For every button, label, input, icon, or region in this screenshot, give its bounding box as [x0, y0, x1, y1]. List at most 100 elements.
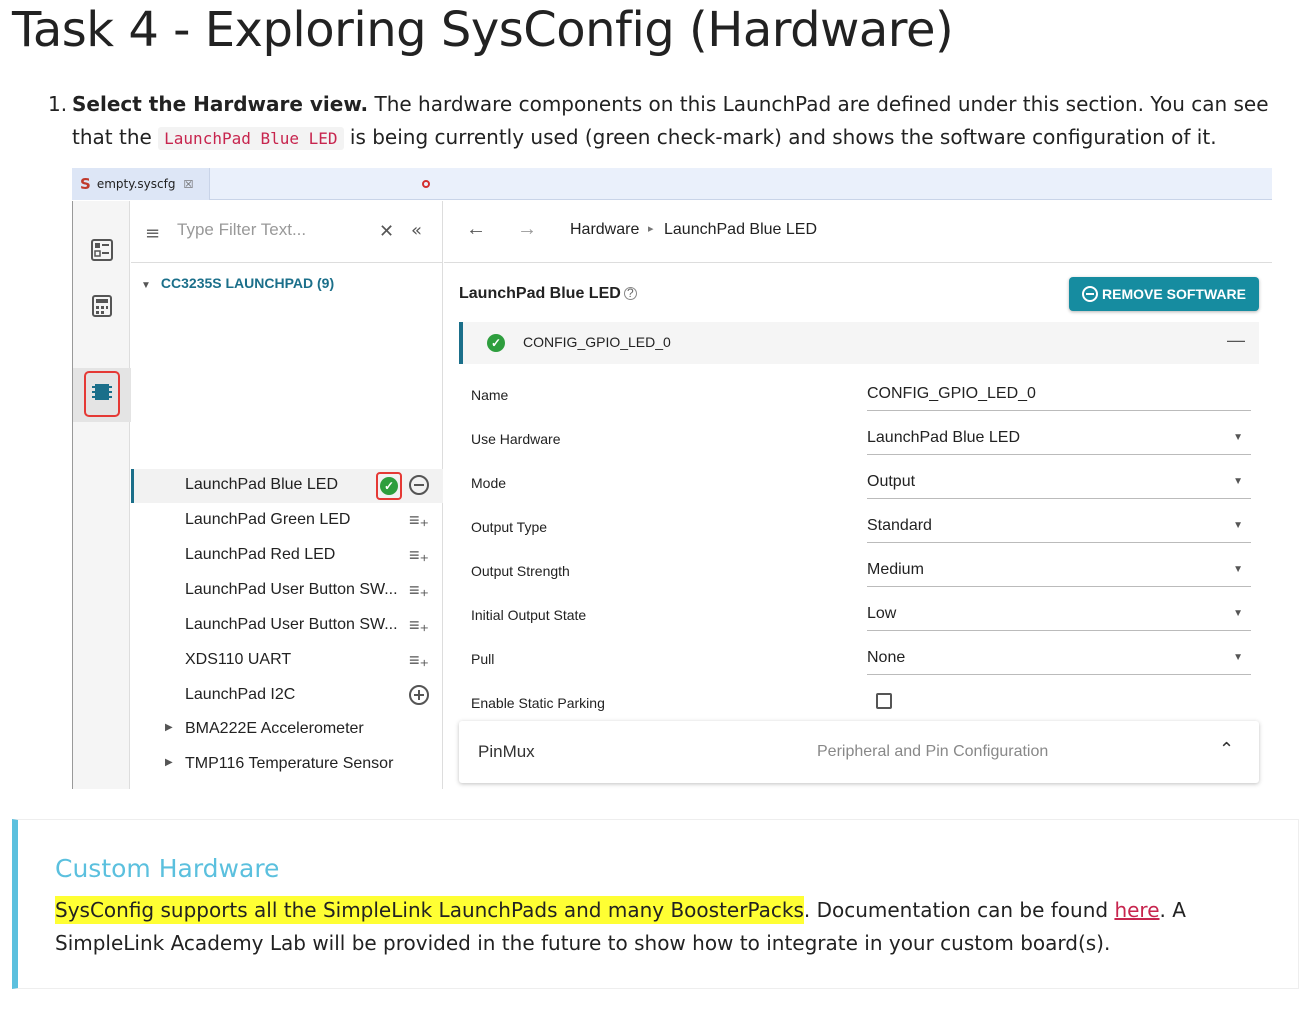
tree-root-label: CC3235S LAUNCHPAD (9) — [160, 275, 335, 291]
tree-item-label: LaunchPad Green LED — [185, 511, 351, 528]
config-value: Low — [867, 605, 897, 622]
add-to-list-icon[interactable]: ≡₊ — [409, 650, 429, 671]
collapse-icon[interactable]: — — [1227, 330, 1245, 351]
dropdown-arrow-icon: ▼ — [1233, 432, 1243, 443]
static-parking-checkbox[interactable] — [876, 693, 892, 709]
output-strength-select[interactable]: Medium ▼ — [867, 549, 1251, 587]
breadcrumb-separator-icon: ▸ — [648, 223, 654, 235]
green-check-icon: ✓ — [487, 334, 505, 352]
chevron-up-icon[interactable]: ⌃ — [1219, 739, 1234, 760]
tab-empty-syscfg[interactable]: S empty.syscfg ☒ — [72, 168, 210, 200]
dropdown-arrow-icon: ▼ — [1233, 564, 1243, 575]
instance-name: CONFIG_GPIO_LED_0 — [523, 334, 671, 350]
step-number: 1. — [48, 92, 68, 116]
page-title: Task 4 - Exploring SysConfig (Hardware) — [12, 2, 954, 58]
pull-select[interactable]: None ▼ — [867, 637, 1251, 675]
use-hardware-select[interactable]: LaunchPad Blue LED ▼ — [867, 417, 1251, 455]
green-check-icon: ✓ — [380, 477, 398, 495]
step-code: LaunchPad Blue LED — [158, 127, 344, 150]
calculator-view-icon[interactable] — [89, 293, 115, 319]
module-title-text: LaunchPad Blue LED — [459, 285, 621, 302]
tree-item-user-button-1[interactable]: LaunchPad User Button SW... ≡₊ — [131, 574, 443, 608]
tab-label: empty.syscfg — [96, 177, 176, 191]
tab-close-icon[interactable]: ☒ — [183, 178, 193, 191]
add-to-list-icon[interactable]: ≡₊ — [409, 615, 429, 636]
mode-select[interactable]: Output ▼ — [867, 461, 1251, 499]
add-to-list-icon[interactable]: ≡₊ — [409, 545, 429, 566]
unsaved-indicator-icon — [422, 180, 430, 188]
config-value: CONFIG_GPIO_LED_0 — [867, 385, 1036, 402]
help-icon[interactable]: ? — [623, 287, 637, 301]
initial-output-state-select[interactable]: Low ▼ — [867, 593, 1251, 631]
tree-item-label: LaunchPad Red LED — [185, 546, 336, 563]
dropdown-arrow-icon: ▼ — [1233, 652, 1243, 663]
pinmux-section[interactable]: PinMux Peripheral and Pin Configuration … — [459, 721, 1259, 783]
output-type-select[interactable]: Standard ▼ — [867, 505, 1251, 543]
highlighted-text: SysConfig supports all the SimpleLink La… — [55, 896, 804, 924]
config-row-use-hardware: Use Hardware LaunchPad Blue LED ▼ — [471, 417, 1261, 461]
config-row-mode: Mode Output ▼ — [471, 461, 1261, 505]
collapse-panel-icon[interactable]: « — [411, 220, 422, 241]
forward-arrow-icon[interactable]: → — [517, 218, 537, 241]
step-text: Select the Hardware view. The hardware c… — [72, 88, 1301, 155]
used-annotation-box: ✓ — [376, 472, 402, 500]
expand-caret-icon: ▼ — [141, 280, 151, 291]
dropdown-arrow-icon: ▼ — [1233, 520, 1243, 531]
tree-group-temperature-sensor[interactable]: ▶ TMP116 Temperature Sensor — [131, 748, 443, 782]
tree-item-i2c[interactable]: LaunchPad I2C — [131, 679, 443, 713]
tree-item-xds110-uart[interactable]: XDS110 UART ≡₊ — [131, 644, 443, 678]
software-view-icon[interactable] — [89, 237, 115, 263]
tree-item-user-button-2[interactable]: LaunchPad User Button SW... ≡₊ — [131, 609, 443, 643]
tree-item-label: XDS110 UART — [185, 651, 292, 668]
tree-item-blue-led[interactable]: LaunchPad Blue LED ✓ — [131, 469, 443, 503]
config-panel: ← → Hardware ▸ LaunchPad Blue LED Launch… — [444, 201, 1272, 789]
hardware-tree-panel: ≡ Type Filter Text... ✕ « ▼ CC3235S LAUNC… — [131, 201, 443, 789]
tree-item-red-led[interactable]: LaunchPad Red LED ≡₊ — [131, 539, 443, 573]
tree-root-launchpad[interactable]: ▼ CC3235S LAUNCHPAD (9) — [141, 275, 334, 291]
documentation-link[interactable]: here — [1114, 898, 1159, 922]
tree-group-accelerometer[interactable]: ▶ BMA222E Accelerometer — [131, 713, 443, 747]
breadcrumb: ← → Hardware ▸ LaunchPad Blue LED — [444, 201, 1272, 263]
remove-circle-icon[interactable] — [409, 475, 429, 495]
clear-filter-icon[interactable]: ✕ — [379, 221, 394, 242]
dropdown-arrow-icon: ▼ — [1233, 608, 1243, 619]
config-row-name: Name CONFIG_GPIO_LED_0 — [471, 373, 1261, 417]
tree-item-label: LaunchPad User Button SW... — [185, 581, 398, 598]
back-arrow-icon[interactable]: ← — [466, 218, 486, 241]
pinmux-description: Peripheral and Pin Configuration — [817, 743, 1049, 760]
pinmux-title: PinMux — [478, 742, 535, 761]
config-row-output-type: Output Type Standard ▼ — [471, 505, 1261, 549]
breadcrumb-hardware[interactable]: Hardware — [570, 221, 639, 239]
config-key: Use Hardware — [471, 431, 561, 447]
remove-software-label: REMOVE SOFTWARE — [1102, 286, 1246, 302]
add-to-list-icon[interactable]: ≡₊ — [409, 510, 429, 531]
config-row-static-parking: Enable Static Parking — [471, 681, 1261, 725]
add-circle-icon[interactable] — [409, 685, 429, 705]
hardware-view-icon[interactable] — [89, 379, 115, 405]
remove-circle-icon — [1082, 286, 1099, 302]
config-value: None — [867, 649, 906, 666]
name-field[interactable]: CONFIG_GPIO_LED_0 — [867, 373, 1251, 411]
tree-item-label: LaunchPad Blue LED — [185, 476, 338, 493]
add-to-list-icon[interactable]: ≡₊ — [409, 580, 429, 601]
config-instance-header[interactable]: ✓ CONFIG_GPIO_LED_0 — — [459, 322, 1259, 364]
custom-hardware-callout: Custom Hardware SysConfig supports all t… — [12, 819, 1299, 989]
config-key: Mode — [471, 475, 507, 491]
tree-group-label: TMP116 Temperature Sensor — [185, 755, 394, 772]
callout-body: SysConfig supports all the SimpleLink La… — [55, 894, 1285, 960]
tree-item-green-led[interactable]: LaunchPad Green LED ≡₊ — [131, 504, 443, 538]
config-key: Output Type — [471, 519, 548, 535]
callout-text-1: . Documentation can be found — [803, 898, 1115, 922]
config-value: Output — [867, 473, 916, 490]
tree-group-label: BMA222E Accelerometer — [185, 720, 364, 737]
filter-icon: ≡ — [145, 223, 161, 244]
config-row-output-strength: Output Strength Medium ▼ — [471, 549, 1261, 593]
tree-item-label: LaunchPad User Button SW... — [185, 616, 398, 633]
remove-software-button[interactable]: REMOVE SOFTWARE — [1069, 277, 1259, 311]
config-key: Pull — [471, 651, 495, 667]
callout-title: Custom Hardware — [55, 854, 280, 883]
config-value: Medium — [867, 561, 924, 578]
config-value: LaunchPad Blue LED — [867, 429, 1020, 446]
filter-input[interactable]: Type Filter Text... — [177, 220, 306, 240]
sysconfig-logo-icon: S — [80, 175, 91, 193]
